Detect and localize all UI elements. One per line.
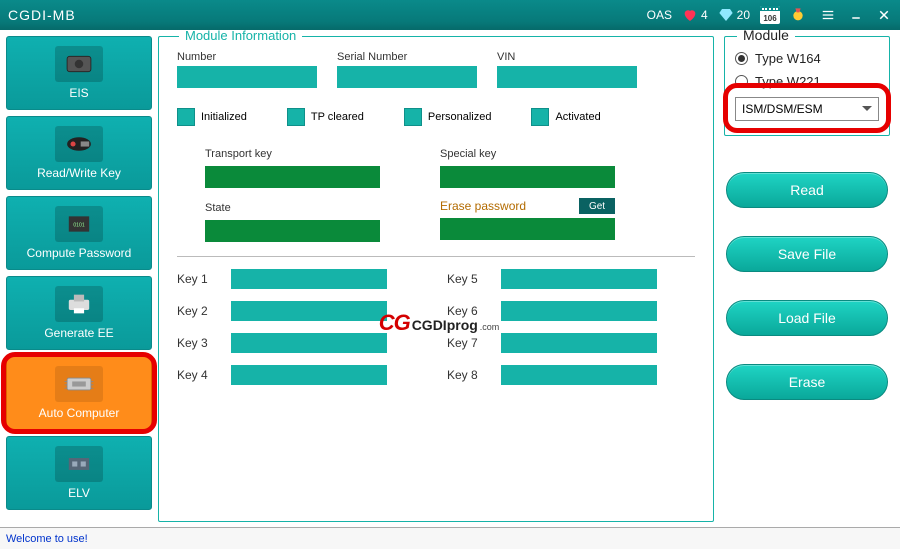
key-label: Key 5 <box>447 272 489 286</box>
module-information-panel: Module Information Number Serial Number … <box>158 36 714 522</box>
sidebar-item-auto-computer[interactable]: Auto Computer <box>6 356 152 430</box>
key-field[interactable] <box>501 365 657 385</box>
serial-number-field[interactable] <box>337 66 477 88</box>
key-row: Key 7 <box>447 333 657 353</box>
key-field[interactable] <box>231 301 387 321</box>
sidebar-item-label: EIS <box>69 86 88 100</box>
module-legend: Module <box>737 30 795 43</box>
heart-status: 4 <box>682 7 708 23</box>
key-field[interactable] <box>501 269 657 289</box>
vin-field[interactable] <box>497 66 637 88</box>
oas-label: OAS <box>647 8 672 22</box>
number-field[interactable] <box>177 66 317 88</box>
sidebar-item-label: Compute Password <box>27 246 132 260</box>
sidebar-item-generate-ee[interactable]: Generate EE <box>6 276 152 350</box>
module-select[interactable]: ISM/DSM/ESM <box>735 97 879 121</box>
erase-password-field[interactable] <box>440 218 615 240</box>
number-label: Number <box>177 51 317 63</box>
sidebar-item-label: ELV <box>68 486 90 500</box>
titlebar: CGDI-MB OAS 4 20 106 <box>0 0 900 30</box>
divider <box>177 256 695 257</box>
special-key-field[interactable] <box>440 166 615 188</box>
key-field[interactable] <box>501 301 657 321</box>
state-field[interactable] <box>205 220 380 242</box>
key-row: Key 4 <box>177 365 387 385</box>
key-label: Key 3 <box>177 336 219 350</box>
state-label: State <box>205 202 231 214</box>
serial-number-label: Serial Number <box>337 51 477 63</box>
special-key-label: Special key <box>440 148 496 160</box>
tp-cleared-checkbox[interactable]: TP cleared <box>287 108 364 126</box>
initialized-checkbox[interactable]: Initialized <box>177 108 247 126</box>
eis-icon <box>55 46 103 82</box>
printer-icon <box>55 286 103 322</box>
key-field[interactable] <box>231 333 387 353</box>
heart-count: 4 <box>701 8 708 22</box>
heart-icon <box>682 7 698 23</box>
save-file-button[interactable]: Save File <box>726 236 888 272</box>
elv-icon <box>55 446 103 482</box>
sidebar-item-elv[interactable]: ELV <box>6 436 152 510</box>
erase-button[interactable]: Erase <box>726 364 888 400</box>
sidebar: EIS Read/Write Key 0101 Compute Password… <box>0 30 158 527</box>
get-button[interactable]: Get <box>579 198 615 214</box>
key-label: Key 8 <box>447 368 489 382</box>
radio-type-w164[interactable]: Type W164 <box>735 51 879 66</box>
sidebar-item-label: Auto Computer <box>39 406 120 420</box>
sidebar-item-label: Generate EE <box>44 326 113 340</box>
status-text: Welcome to use! <box>6 533 88 545</box>
key-field[interactable] <box>231 269 387 289</box>
password-icon: 0101 <box>55 206 103 242</box>
menu-icon[interactable] <box>820 7 836 23</box>
medal-icon[interactable] <box>790 7 806 23</box>
key-label: Key 1 <box>177 272 219 286</box>
key-row: Key 2 <box>177 301 387 321</box>
transport-key-field[interactable] <box>205 166 380 188</box>
status-bar: Welcome to use! <box>0 527 900 549</box>
sidebar-item-label: Read/Write Key <box>37 166 121 180</box>
transport-key-label: Transport key <box>205 148 272 160</box>
key-label: Key 4 <box>177 368 219 382</box>
activated-checkbox[interactable]: Activated <box>531 108 600 126</box>
vin-label: VIN <box>497 51 637 63</box>
sidebar-item-eis[interactable]: EIS <box>6 36 152 110</box>
ecu-icon <box>55 366 103 402</box>
cgdiprog-logo: CG CGDIprog .com <box>379 310 500 336</box>
key-row: Key 8 <box>447 365 657 385</box>
diamond-icon <box>718 7 734 23</box>
key-field[interactable] <box>231 365 387 385</box>
svg-text:0101: 0101 <box>73 223 84 229</box>
close-button[interactable] <box>876 7 892 23</box>
key-field[interactable] <box>501 333 657 353</box>
read-button[interactable]: Read <box>726 172 888 208</box>
sidebar-item-compute-password[interactable]: 0101 Compute Password <box>6 196 152 270</box>
panel-legend: Module Information <box>179 30 302 43</box>
key-icon <box>55 126 103 162</box>
sidebar-item-read-write-key[interactable]: Read/Write Key <box>6 116 152 190</box>
personalized-checkbox[interactable]: Personalized <box>404 108 492 126</box>
app-title: CGDI-MB <box>8 7 76 23</box>
radio-type-w221[interactable]: Type W221 <box>735 74 879 89</box>
key-row: Key 3 <box>177 333 387 353</box>
key-row: Key 1 <box>177 269 387 289</box>
diamond-count: 20 <box>737 8 750 22</box>
calendar-icon[interactable]: 106 <box>760 6 780 24</box>
minimize-button[interactable] <box>848 7 864 23</box>
radio-icon <box>735 75 748 88</box>
radio-icon <box>735 52 748 65</box>
calendar-value: 106 <box>763 14 776 23</box>
key-label: Key 2 <box>177 304 219 318</box>
load-file-button[interactable]: Load File <box>726 300 888 336</box>
key-row: Key 5 <box>447 269 657 289</box>
diamond-status: 20 <box>718 7 750 23</box>
module-panel: Module Type W164 Type W221 ISM/DSM/ESM <box>724 36 890 136</box>
key-label: Key 7 <box>447 336 489 350</box>
